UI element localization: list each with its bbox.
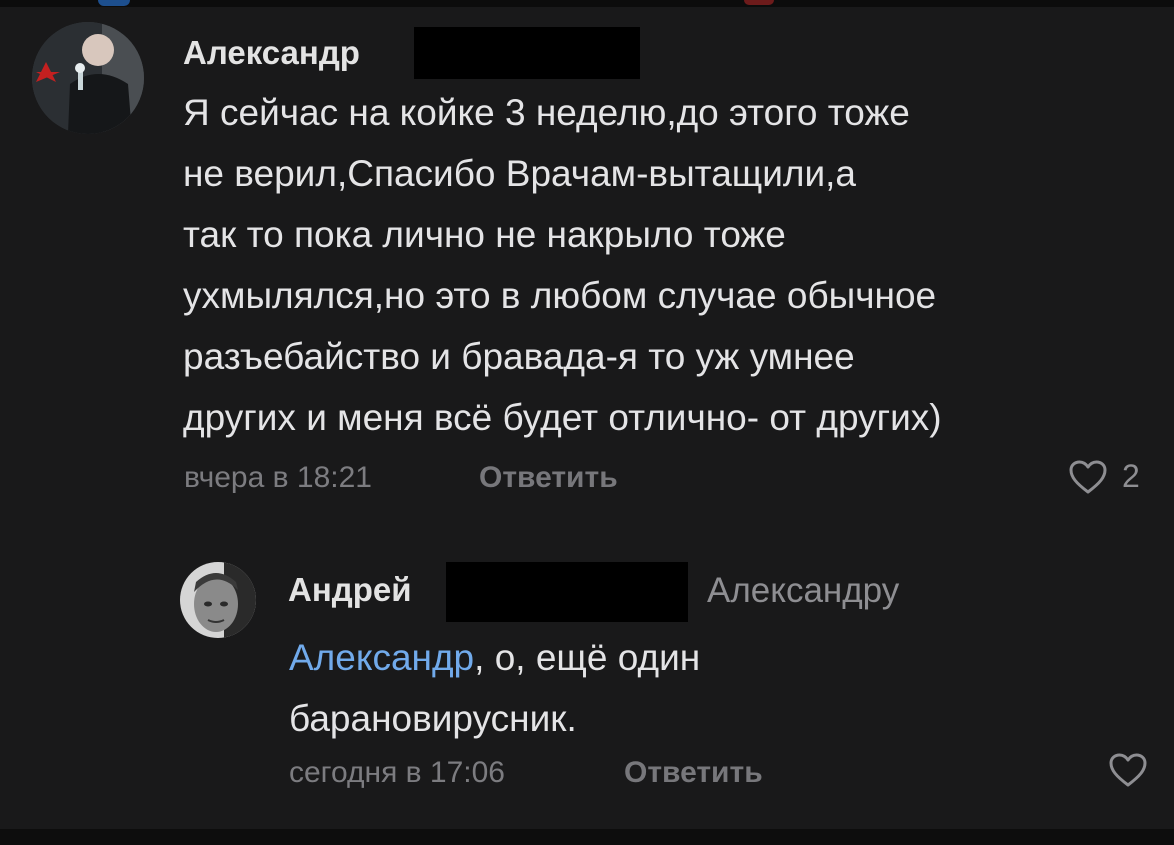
comment-timestamp: вчера в 18:21 [184, 461, 372, 494]
bottom-bar [0, 829, 1174, 845]
like-button[interactable] [1108, 752, 1148, 788]
mention-link[interactable]: Александр [289, 637, 474, 678]
top-bar [0, 0, 1174, 7]
comment-author[interactable]: Александр [183, 34, 360, 72]
comment-author[interactable]: Андрей [288, 571, 412, 609]
comment-body: Александр, о, ещё один барановирусник. [289, 627, 700, 749]
like-button[interactable]: 2 [1068, 458, 1140, 495]
top-tab-indicator [98, 0, 130, 6]
reply-recipient: Александру [707, 571, 900, 610]
comment-body: Я сейчас на койке 3 неделю,до этого тоже… [183, 82, 942, 448]
comment-line: других и меня всё будет отлично- от друг… [183, 397, 942, 438]
comment-line: Александр, о, ещё один [289, 627, 700, 688]
heart-outline-icon [1068, 459, 1108, 495]
like-count: 2 [1122, 458, 1140, 494]
reply-button[interactable]: Ответить [624, 756, 763, 790]
comments-screen: Александр Я сейчас на койке 3 неделю,до … [0, 0, 1174, 845]
redacted-surname [414, 27, 640, 79]
comment-line: не верил,Спасибо Врачам-вытащили,а [183, 153, 856, 194]
comment-line: Я сейчас на койке 3 неделю,до этого тоже [183, 92, 910, 133]
comment-line: так то пока лично не накрыло тоже [183, 214, 786, 255]
redacted-surname [446, 562, 688, 622]
reply-button[interactable]: Ответить [479, 461, 618, 495]
avatar[interactable] [32, 22, 144, 134]
avatar[interactable] [180, 562, 256, 638]
heart-outline-icon [1108, 752, 1148, 788]
comment-line: ухмылялся,но это в любом случае обычное [183, 275, 937, 316]
comment-line: барановирусник. [289, 698, 577, 739]
comment-line-text: , о, ещё один [474, 637, 701, 678]
notification-indicator [744, 0, 774, 5]
comment-timestamp: сегодня в 17:06 [289, 756, 505, 789]
comment-line: разъебайство и бравада-я то уж умнее [183, 336, 855, 377]
